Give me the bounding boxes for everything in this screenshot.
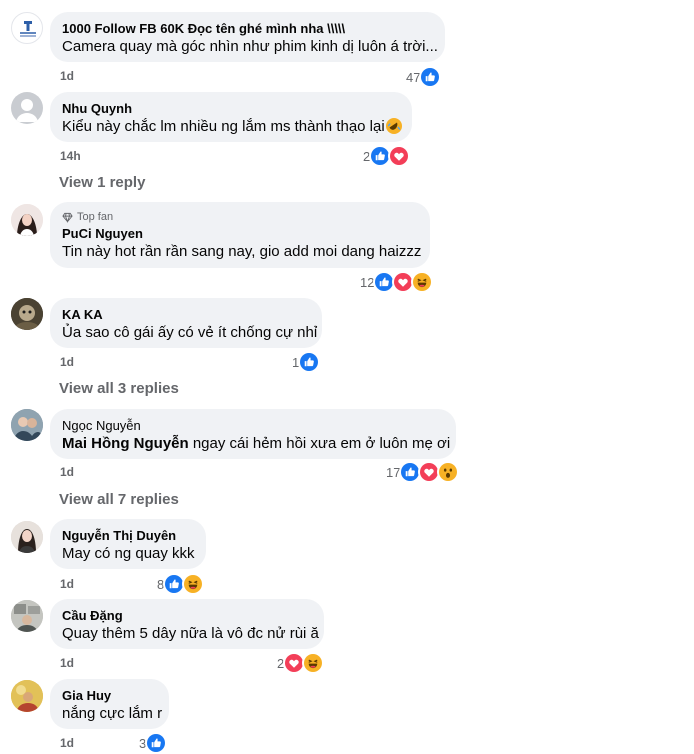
comment-text: Ủa sao cô gái ấy có vẻ ít chống cự nhỉ	[62, 324, 318, 341]
comment-bubble: Cầu Đặng Quay thêm 5 dây nữa là vô đc nử…	[50, 599, 324, 649]
comment-bubble: Ngọc Nguyễn Mai Hồng Nguyễn ngay cái hẻm…	[50, 409, 456, 459]
reaction-summary[interactable]: 3	[139, 732, 168, 754]
comment-time[interactable]: 14h	[60, 149, 81, 163]
diamond-icon	[62, 212, 73, 223]
love-reaction-icon	[388, 145, 411, 167]
haha-reaction-icon	[302, 652, 325, 674]
user-photo-icon	[11, 600, 43, 632]
comment-text-row: Mai Hồng Nguyễn ngay cái hẻm hồi xưa em …	[62, 434, 450, 454]
reaction-summary[interactable]: 17	[386, 461, 460, 483]
comment-text: ngay cái hẻm hồi xưa em ở luôn mẹ ơi	[188, 435, 451, 452]
top-fan-label: Top fan	[77, 211, 114, 223]
reaction-summary[interactable]: 8	[157, 573, 205, 595]
comment-time[interactable]: 1d	[60, 736, 74, 750]
avatar[interactable]	[11, 298, 43, 330]
page-logo-avatar[interactable]	[11, 12, 43, 44]
rolling-laugh-emoji-icon	[386, 118, 402, 134]
avatar[interactable]	[11, 680, 43, 712]
comment-text: Quay thêm 5 dây nữa là vô đc nử rùi ă	[62, 625, 319, 642]
avatar[interactable]	[11, 521, 43, 553]
comment-author[interactable]: Nguyễn Thị Duyên	[62, 527, 194, 544]
comment-author[interactable]: Gia Huy	[62, 687, 157, 704]
comment-author[interactable]: Cầu Đặng	[62, 607, 312, 624]
user-photo-icon	[11, 298, 43, 330]
view-replies-link[interactable]: View all 3 replies	[59, 380, 179, 397]
comment-time[interactable]: 1d	[60, 465, 74, 479]
haha-reaction-icon	[411, 271, 434, 293]
reaction-summary[interactable]: 12	[360, 271, 434, 293]
comment-time[interactable]: 1d	[60, 577, 74, 591]
default-user-icon	[16, 99, 38, 122]
reaction-summary[interactable]: 47	[406, 66, 442, 88]
comment-bubble: Nguyễn Thị Duyên May có ng quay kkk	[50, 519, 206, 569]
avatar[interactable]	[11, 204, 43, 236]
wow-reaction-icon	[437, 461, 460, 483]
comment-bubble: 1000 Follow FB 60K Đọc tên ghé mình nha …	[50, 12, 445, 62]
comment-author[interactable]: KA KA	[62, 306, 310, 323]
comment-time[interactable]: 1d	[60, 656, 74, 670]
reaction-summary[interactable]: 2	[277, 652, 325, 674]
comment-author[interactable]: PuCi Nguyen	[62, 225, 418, 242]
like-reaction-icon	[298, 351, 321, 373]
comment-text: Camera quay mà góc nhìn như phim kinh dị…	[62, 38, 438, 55]
user-photo-icon	[11, 680, 43, 712]
user-photo-icon	[11, 521, 43, 553]
reaction-summary[interactable]: 1	[292, 351, 321, 373]
user-photo-icon	[11, 409, 43, 441]
like-reaction-icon	[419, 66, 442, 88]
reaction-count: 47	[406, 69, 421, 85]
comment-bubble: KA KA Ủa sao cô gái ấy có vẻ ít chống cự…	[50, 298, 322, 348]
page-logo-icon	[20, 19, 36, 37]
default-avatar[interactable]	[11, 92, 43, 124]
comment-bubble: Top fan PuCi Nguyen Tin này hot rần rần …	[50, 202, 430, 268]
user-photo-icon	[11, 204, 43, 236]
comment-text: Tin này hot rần rần sang nay, gio add mo…	[62, 243, 422, 260]
view-replies-link[interactable]: View all 7 replies	[59, 491, 179, 508]
like-reaction-icon	[145, 732, 168, 754]
top-fan-badge: Top fan	[62, 210, 418, 224]
reaction-count: 12	[360, 274, 375, 290]
avatar[interactable]	[11, 409, 43, 441]
reaction-count: 17	[386, 464, 401, 480]
view-replies-link[interactable]: View 1 reply	[59, 174, 145, 191]
comment-time[interactable]: 1d	[60, 69, 74, 83]
avatar[interactable]	[11, 600, 43, 632]
comment-text: Kiểu này chắc lm nhiều ng lắm ms thành t…	[62, 118, 385, 135]
reaction-summary[interactable]: 2	[363, 145, 411, 167]
comment-author[interactable]: 1000 Follow FB 60K Đọc tên ghé mình nha …	[62, 20, 433, 37]
comment-text: nắng cực lắm r	[62, 705, 163, 722]
mention-link[interactable]: Mai Hồng Nguyễn	[62, 435, 189, 452]
comment-text: May có ng quay kkk	[62, 545, 195, 562]
comment-author[interactable]: Nhu Quynh	[62, 100, 400, 117]
comment-text-row: Kiểu này chắc lm nhiều ng lắm ms thành t…	[62, 117, 400, 137]
comment-author[interactable]: Ngọc Nguyễn	[62, 417, 444, 434]
comment-bubble: Gia Huy nắng cực lắm r	[50, 679, 169, 729]
haha-reaction-icon	[182, 573, 205, 595]
comment-time[interactable]: 1d	[60, 355, 74, 369]
comment-bubble: Nhu Quynh Kiểu này chắc lm nhiều ng lắm …	[50, 92, 412, 142]
